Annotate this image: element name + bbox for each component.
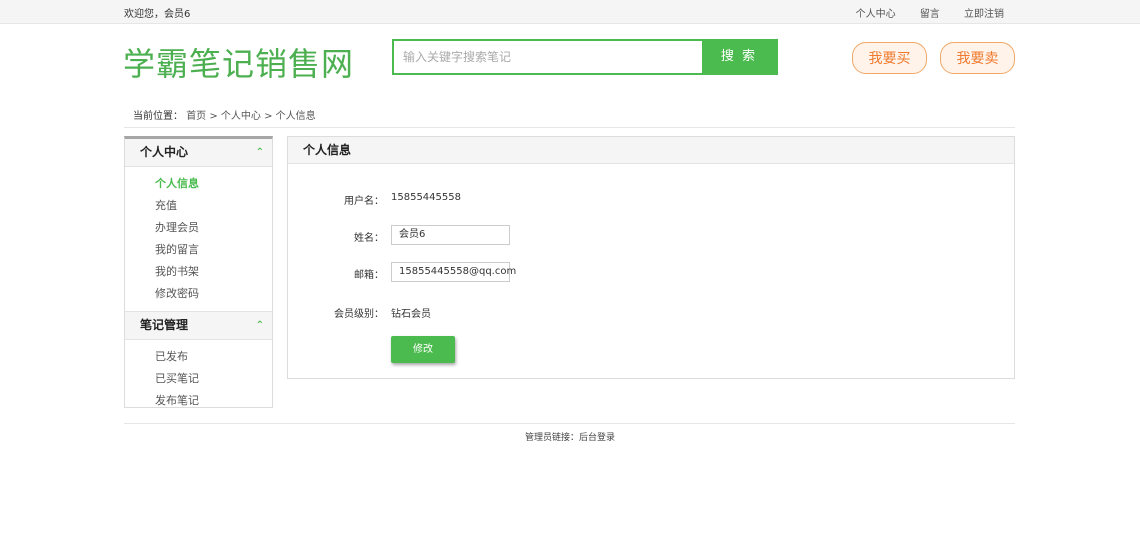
chevron-up-icon[interactable]: ⌃	[256, 312, 264, 339]
sidebar-section-title: 个人中心	[140, 145, 189, 159]
search-input[interactable]	[394, 41, 722, 73]
sidebar-item-publish-note[interactable]: 发布笔记	[155, 390, 272, 412]
sidebar-list-personal: 个人信息 充值 办理会员 我的留言 我的书架 修改密码	[125, 167, 272, 311]
footer-divider	[124, 423, 1015, 424]
search-box: 搜 索	[392, 39, 778, 75]
sidebar-item-bookshelf[interactable]: 我的书架	[155, 261, 272, 283]
sidebar-section-title: 笔记管理	[140, 318, 189, 332]
breadcrumb-trail[interactable]: 首页 > 个人中心 > 个人信息	[186, 111, 315, 122]
name-field[interactable]: 会员6	[391, 225, 510, 245]
name-label: 姓名：	[354, 233, 384, 244]
site-logo[interactable]: 学霸笔记销售网	[123, 39, 354, 85]
chevron-up-icon[interactable]: ⌃	[256, 139, 264, 166]
level-label: 会员级别：	[334, 309, 384, 320]
sidebar-section-notes[interactable]: 笔记管理 ⌃	[125, 311, 272, 340]
username-value: 15855445558	[391, 192, 461, 203]
sidebar-item-profile[interactable]: 个人信息	[155, 173, 272, 195]
sell-button[interactable]: 我要卖	[940, 42, 1015, 74]
top-link-message[interactable]: 留言	[920, 9, 940, 20]
profile-panel: 个人信息 用户名： 15855445558 姓名： 会员6 邮箱： 158554…	[287, 136, 1015, 379]
breadcrumb-divider	[124, 127, 1015, 128]
sidebar-item-my-messages[interactable]: 我的留言	[155, 239, 272, 261]
level-value: 钻石会员	[391, 309, 431, 320]
sidebar-list-notes: 已发布 已买笔记 发布笔记	[125, 340, 272, 418]
sidebar-item-bought-notes[interactable]: 已买笔记	[155, 368, 272, 390]
search-button[interactable]: 搜 索	[702, 41, 776, 73]
top-link-user-center[interactable]: 个人中心	[856, 9, 896, 20]
sidebar-item-change-password[interactable]: 修改密码	[155, 283, 272, 305]
email-field[interactable]: 15855445558@qq.com	[391, 262, 516, 282]
breadcrumb-label: 当前位置：	[133, 111, 183, 122]
footer-text[interactable]: 管理员链接：后台登录	[0, 430, 1140, 443]
top-bar: 欢迎您，会员6 个人中心 留言 立即注销	[0, 0, 1140, 24]
sidebar-item-recharge[interactable]: 充值	[155, 195, 272, 217]
username-label: 用户名：	[344, 196, 384, 207]
sidebar: 个人中心 ⌃ 个人信息 充值 办理会员 我的留言 我的书架 修改密码 笔记管理 …	[124, 136, 273, 408]
sidebar-section-personal[interactable]: 个人中心 ⌃	[125, 139, 272, 167]
sidebar-item-published[interactable]: 已发布	[155, 346, 272, 368]
email-label: 邮箱：	[354, 270, 384, 281]
top-link-logout[interactable]: 立即注销	[964, 9, 1004, 20]
buy-button[interactable]: 我要买	[852, 42, 927, 74]
modify-button[interactable]: 修改	[391, 336, 455, 363]
top-links: 个人中心 留言 立即注销	[856, 5, 1004, 20]
panel-title: 个人信息	[288, 137, 1014, 164]
welcome-text: 欢迎您，会员6	[124, 9, 191, 20]
sidebar-item-membership[interactable]: 办理会员	[155, 217, 272, 239]
breadcrumb: 当前位置： 首页 > 个人中心 > 个人信息	[133, 107, 316, 122]
